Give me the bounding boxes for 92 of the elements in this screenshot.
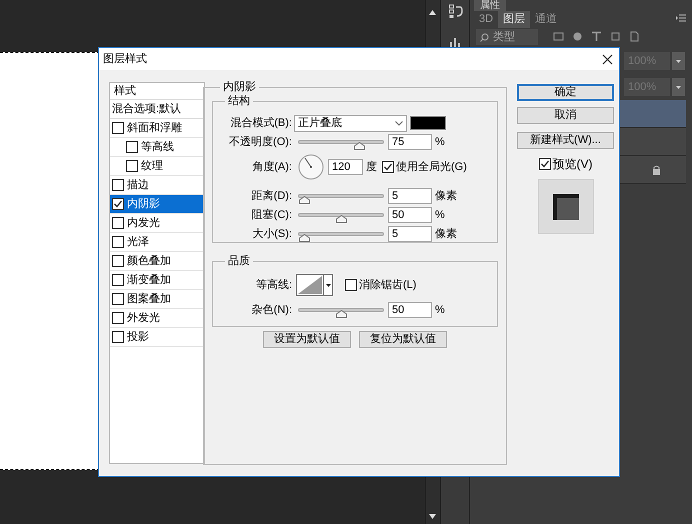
list-item[interactable]: 内发光 [110, 214, 204, 233]
dialog-button[interactable]: 确定 [517, 84, 614, 101]
scroll-down-icon[interactable] [429, 514, 436, 519]
group-title: 结构 [225, 94, 253, 108]
checkbox-label: 消除锯齿(L) [359, 278, 416, 293]
blend-mode-dropdown[interactable]: 正片叠底 [294, 114, 407, 132]
default-button[interactable]: 设置为默认值 [263, 331, 351, 348]
group-title: 品质 [225, 254, 253, 268]
checkbox[interactable] [382, 161, 394, 173]
slider-thumb[interactable] [354, 142, 365, 150]
dropdown-button[interactable] [672, 78, 685, 96]
caret-icon [326, 284, 330, 286]
caret-icon [395, 120, 403, 126]
list-item[interactable]: 投影 [110, 328, 204, 347]
field-label: 杂色(N): [250, 302, 293, 318]
panel-menu-icon[interactable] [676, 14, 686, 22]
circle-filter-icon[interactable] [572, 31, 583, 42]
checkbox[interactable] [112, 274, 124, 286]
window-title: 图层样式 [103, 52, 147, 67]
slider-thumb[interactable] [336, 310, 346, 318]
dialog-button[interactable]: 新建样式(W)... [517, 132, 614, 149]
angle-dial[interactable] [298, 154, 324, 180]
close-icon[interactable] [602, 54, 613, 64]
panel-tab[interactable]: 图层 [498, 11, 530, 28]
number-field[interactable]: 75 [388, 134, 432, 150]
list-item[interactable]: 光泽 [110, 233, 204, 252]
group-title: 内阴影 [220, 80, 259, 94]
caret-icon [676, 60, 681, 62]
checkbox[interactable] [112, 255, 124, 267]
shape-filter-icon[interactable] [610, 31, 621, 42]
checkbox[interactable] [345, 279, 357, 291]
checkbox[interactable] [126, 141, 138, 153]
field-label: 角度(A): [251, 160, 293, 175]
checkbox[interactable] [112, 236, 124, 248]
field-label: 混合模式(B): [229, 116, 293, 131]
list-item[interactable]: 等高线 [110, 138, 204, 157]
caret-icon [676, 86, 681, 88]
lock-icon [652, 165, 661, 175]
checkbox[interactable] [126, 160, 138, 172]
unit-label: 像素 [435, 188, 457, 204]
checkbox[interactable] [538, 158, 550, 170]
unit-label: % [435, 208, 445, 223]
history-icon[interactable] [449, 4, 463, 20]
preview-thumbnail [538, 179, 594, 234]
checkbox[interactable] [112, 331, 124, 343]
unit-label: % [435, 134, 445, 150]
slider-thumb[interactable] [299, 234, 310, 242]
checkbox[interactable] [112, 122, 124, 134]
dialog-button[interactable]: 取消 [517, 107, 614, 124]
number-field[interactable]: 5 [388, 226, 432, 242]
color-swatch[interactable] [410, 116, 446, 130]
number-field[interactable]: 50 [388, 302, 432, 318]
list-item[interactable]: 渐变叠加 [110, 271, 204, 290]
smart-object-icon[interactable] [629, 31, 640, 42]
checkbox[interactable] [112, 217, 124, 229]
layer-row[interactable] [620, 156, 686, 184]
list-item[interactable]: 纹理 [110, 157, 204, 176]
field-label: 阻塞(C): [250, 208, 293, 223]
filter-dropdown[interactable]: 类型 [476, 29, 538, 45]
number-field[interactable]: 120 [328, 159, 363, 175]
field-label: 大小(S): [251, 226, 293, 242]
list-item[interactable]: 内阴影 [110, 195, 204, 214]
slider-thumb[interactable] [336, 215, 346, 223]
checkbox[interactable] [112, 198, 124, 210]
unit-label: % [435, 302, 445, 318]
checkbox[interactable] [112, 179, 124, 191]
field-label: 距离(D): [250, 188, 293, 204]
panel-tab[interactable]: 属性 [474, 0, 506, 11]
number-field[interactable]: 50 [388, 207, 432, 223]
number-field[interactable]: 5 [388, 188, 432, 204]
unit-label: 像素 [435, 226, 457, 242]
list-item[interactable]: 图案叠加 [110, 290, 204, 309]
default-button[interactable]: 复位为默认值 [359, 331, 447, 348]
checkbox[interactable] [112, 293, 124, 305]
list-item[interactable]: 外发光 [110, 309, 204, 328]
slider-thumb[interactable] [299, 196, 310, 204]
list-item[interactable]: 颜色叠加 [110, 252, 204, 271]
list-header: 样式 [110, 83, 204, 100]
search-icon [480, 32, 489, 42]
contour-picker[interactable] [296, 274, 333, 296]
dropdown-button[interactable] [672, 52, 685, 70]
image-filter-icon[interactable] [553, 31, 564, 42]
checkbox-label: 使用全局光(G) [396, 160, 467, 175]
checkbox[interactable] [112, 312, 124, 324]
checkbox-label: 预览(V) [552, 156, 592, 173]
list-item[interactable]: 混合选项:默认 [110, 100, 204, 119]
list-item[interactable]: 斜面和浮雕 [110, 119, 204, 138]
field-label: 不透明度(O): [228, 134, 293, 150]
field-label: 等高线: [254, 278, 293, 293]
scroll-up-icon[interactable] [429, 10, 436, 15]
unit-label: 度 [366, 160, 377, 175]
type-filter-icon[interactable] [591, 31, 602, 42]
